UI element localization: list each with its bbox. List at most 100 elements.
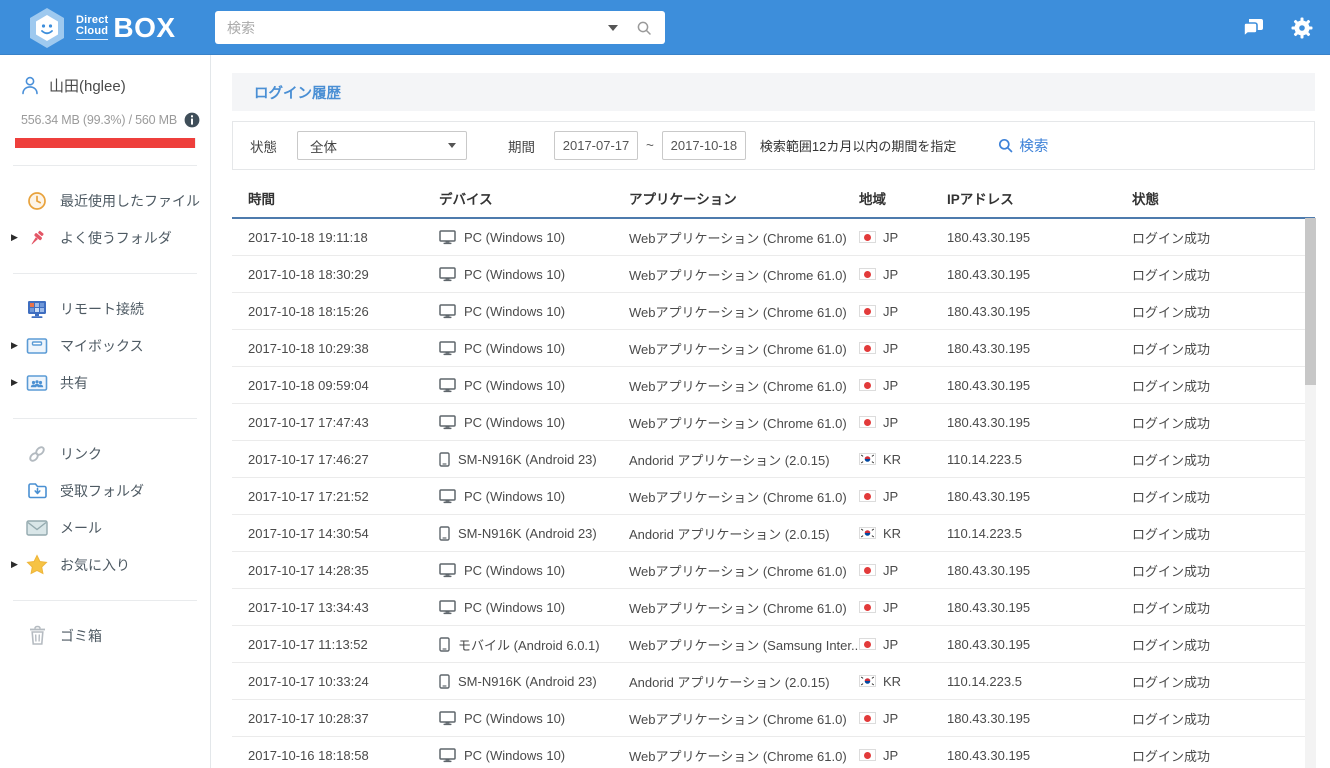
logo-box-text: BOX bbox=[113, 11, 176, 43]
cell-application: Webアプリケーション (Chrome 61.0) bbox=[629, 563, 847, 579]
scrollbar-thumb[interactable] bbox=[1305, 218, 1316, 385]
date-separator: ~ bbox=[646, 138, 654, 153]
cell-region: JP bbox=[859, 748, 947, 763]
cell-time: 2017-10-18 19:11:18 bbox=[248, 229, 368, 245]
cell-time: 2017-10-17 13:34:43 bbox=[248, 599, 369, 615]
table-row: 2017-10-18 18:30:29 PC (Windows 10) Webア… bbox=[232, 256, 1315, 293]
cell-ip-address: 180.43.30.195 bbox=[947, 414, 1031, 430]
pc-monitor-icon bbox=[439, 747, 456, 763]
sidebar-item-mail[interactable]: メール bbox=[0, 509, 210, 546]
cell-time: 2017-10-17 10:33:24 bbox=[248, 673, 369, 689]
mobile-phone-icon bbox=[439, 451, 450, 467]
jp-flag-icon bbox=[859, 712, 876, 724]
sidebar-nav: 最近使用したファイル ▶ よく使うフォルダ リモート接続 ▶ マイボックス ▶ … bbox=[0, 182, 210, 654]
region-code: JP bbox=[883, 636, 899, 652]
cell-application: Webアプリケーション (Samsung Inter... bbox=[629, 637, 859, 653]
global-search bbox=[215, 11, 665, 44]
settings-gear-icon[interactable] bbox=[1290, 16, 1314, 40]
vertical-scrollbar[interactable] bbox=[1305, 218, 1316, 768]
cell-status: ログイン成功 bbox=[1132, 600, 1211, 616]
status-select[interactable]: 全体 bbox=[297, 131, 467, 160]
cell-time: 2017-10-18 10:29:38 bbox=[248, 340, 369, 356]
expand-caret-icon[interactable]: ▶ bbox=[11, 340, 25, 351]
table-row: 2017-10-17 17:21:52 PC (Windows 10) Webア… bbox=[232, 478, 1315, 515]
expand-caret-icon[interactable]: ▶ bbox=[11, 232, 25, 243]
cell-time: 2017-10-17 14:30:54 bbox=[248, 525, 369, 541]
sidebar-item-favorite-folders[interactable]: ▶ よく使うフォルダ bbox=[0, 219, 210, 256]
column-header-app: アプリケーション bbox=[629, 191, 737, 207]
expand-caret-icon[interactable]: ▶ bbox=[11, 377, 25, 388]
device-name: SM-N916K (Android 23) bbox=[458, 525, 597, 541]
cell-device: PC (Windows 10) bbox=[439, 378, 629, 393]
app-logo[interactable]: Direct Cloud BOX bbox=[28, 7, 176, 49]
sidebar-item-recent-files[interactable]: 最近使用したファイル bbox=[0, 182, 210, 219]
search-button[interactable]: 検索 bbox=[998, 135, 1048, 156]
cell-application: Webアプリケーション (Chrome 61.0) bbox=[629, 304, 847, 320]
date-from-input[interactable] bbox=[554, 131, 638, 160]
cell-time: 2017-10-18 09:59:04 bbox=[248, 377, 369, 393]
expand-caret-icon[interactable]: ▶ bbox=[11, 559, 25, 570]
cell-time: 2017-10-17 17:47:43 bbox=[248, 414, 369, 430]
table-row: 2017-10-18 10:29:38 PC (Windows 10) Webア… bbox=[232, 330, 1315, 367]
search-scope-dropdown-icon[interactable] bbox=[608, 24, 618, 31]
pc-monitor-icon bbox=[439, 377, 456, 393]
cell-status: ログイン成功 bbox=[1132, 304, 1211, 320]
sidebar-item-remote-connect[interactable]: リモート接続 bbox=[0, 290, 210, 327]
table-row: 2017-10-17 17:47:43 PC (Windows 10) Webア… bbox=[232, 404, 1315, 441]
hexagon-logo-icon bbox=[30, 7, 64, 48]
cell-status: ログイン成功 bbox=[1132, 452, 1211, 468]
cell-ip-address: 180.43.30.195 bbox=[947, 340, 1031, 356]
jp-flag-icon bbox=[859, 379, 876, 391]
table-row: 2017-10-17 10:33:24 SM-N916K (Android 23… bbox=[232, 663, 1315, 700]
device-name: PC (Windows 10) bbox=[464, 562, 566, 578]
info-icon[interactable] bbox=[184, 112, 200, 128]
cell-time: 2017-10-18 18:30:29 bbox=[248, 266, 369, 282]
remote-desktop-icon bbox=[25, 299, 49, 319]
pc-monitor-icon bbox=[439, 229, 456, 245]
sidebar-item-trash[interactable]: ゴミ箱 bbox=[0, 617, 210, 654]
mobile-phone-icon bbox=[439, 673, 450, 689]
cell-status: ログイン成功 bbox=[1132, 267, 1211, 283]
cell-device: PC (Windows 10) bbox=[439, 711, 629, 726]
table-row: 2017-10-17 14:30:54 SM-N916K (Android 23… bbox=[232, 515, 1315, 552]
user-info[interactable]: 山田(hglee) bbox=[0, 75, 210, 96]
sidebar-item-label: リンク bbox=[60, 445, 102, 462]
cell-time: 2017-10-16 18:18:58 bbox=[248, 747, 369, 763]
table-row: 2017-10-18 18:15:26 PC (Windows 10) Webア… bbox=[232, 293, 1315, 330]
sidebar-item-mybox[interactable]: ▶ マイボックス bbox=[0, 327, 210, 364]
cell-status: ログイン成功 bbox=[1132, 489, 1211, 505]
divider bbox=[13, 165, 197, 166]
region-code: JP bbox=[883, 266, 899, 282]
trash-icon bbox=[25, 625, 49, 646]
cell-status: ログイン成功 bbox=[1132, 526, 1211, 542]
sidebar-item-shared[interactable]: ▶ 共有 bbox=[0, 364, 210, 401]
sidebar-item-label: ゴミ箱 bbox=[60, 627, 102, 644]
chat-icon[interactable] bbox=[1240, 16, 1266, 40]
mobile-phone-icon bbox=[439, 636, 450, 652]
jp-flag-icon bbox=[859, 490, 876, 502]
device-name: PC (Windows 10) bbox=[464, 229, 566, 245]
cell-status: ログイン成功 bbox=[1132, 674, 1211, 690]
sidebar-item-favorites[interactable]: ▶ お気に入り bbox=[0, 546, 210, 583]
cell-device: PC (Windows 10) bbox=[439, 600, 629, 615]
sidebar-item-receive-folder[interactable]: 受取フォルダ bbox=[0, 472, 210, 509]
period-label: 期間 bbox=[508, 139, 535, 155]
device-name: PC (Windows 10) bbox=[464, 377, 566, 393]
cell-application: Webアプリケーション (Chrome 61.0) bbox=[629, 748, 847, 764]
device-name: モバイル (Android 6.0.1) bbox=[458, 637, 600, 653]
sidebar-item-label: リモート接続 bbox=[60, 300, 144, 317]
storage-usage-text: 556.34 MB (99.3%) / 560 MB bbox=[21, 113, 177, 127]
status-filter-label: 状態 bbox=[250, 139, 277, 155]
sidebar-item-label: 共有 bbox=[60, 374, 88, 391]
search-icon[interactable] bbox=[636, 20, 652, 36]
sidebar-item-links[interactable]: リンク bbox=[0, 435, 210, 472]
pc-monitor-icon bbox=[439, 340, 456, 356]
cell-device: PC (Windows 10) bbox=[439, 230, 629, 245]
table-row: 2017-10-16 18:18:58 PC (Windows 10) Webア… bbox=[232, 737, 1315, 768]
region-code: JP bbox=[883, 747, 899, 763]
date-to-input[interactable] bbox=[661, 131, 746, 160]
table-body: 2017-10-18 19:11:18 PC (Windows 10) Webア… bbox=[232, 219, 1315, 768]
device-name: PC (Windows 10) bbox=[464, 488, 566, 504]
search-input[interactable] bbox=[215, 11, 602, 44]
page-title-bar: ログイン履歴 bbox=[232, 73, 1315, 111]
